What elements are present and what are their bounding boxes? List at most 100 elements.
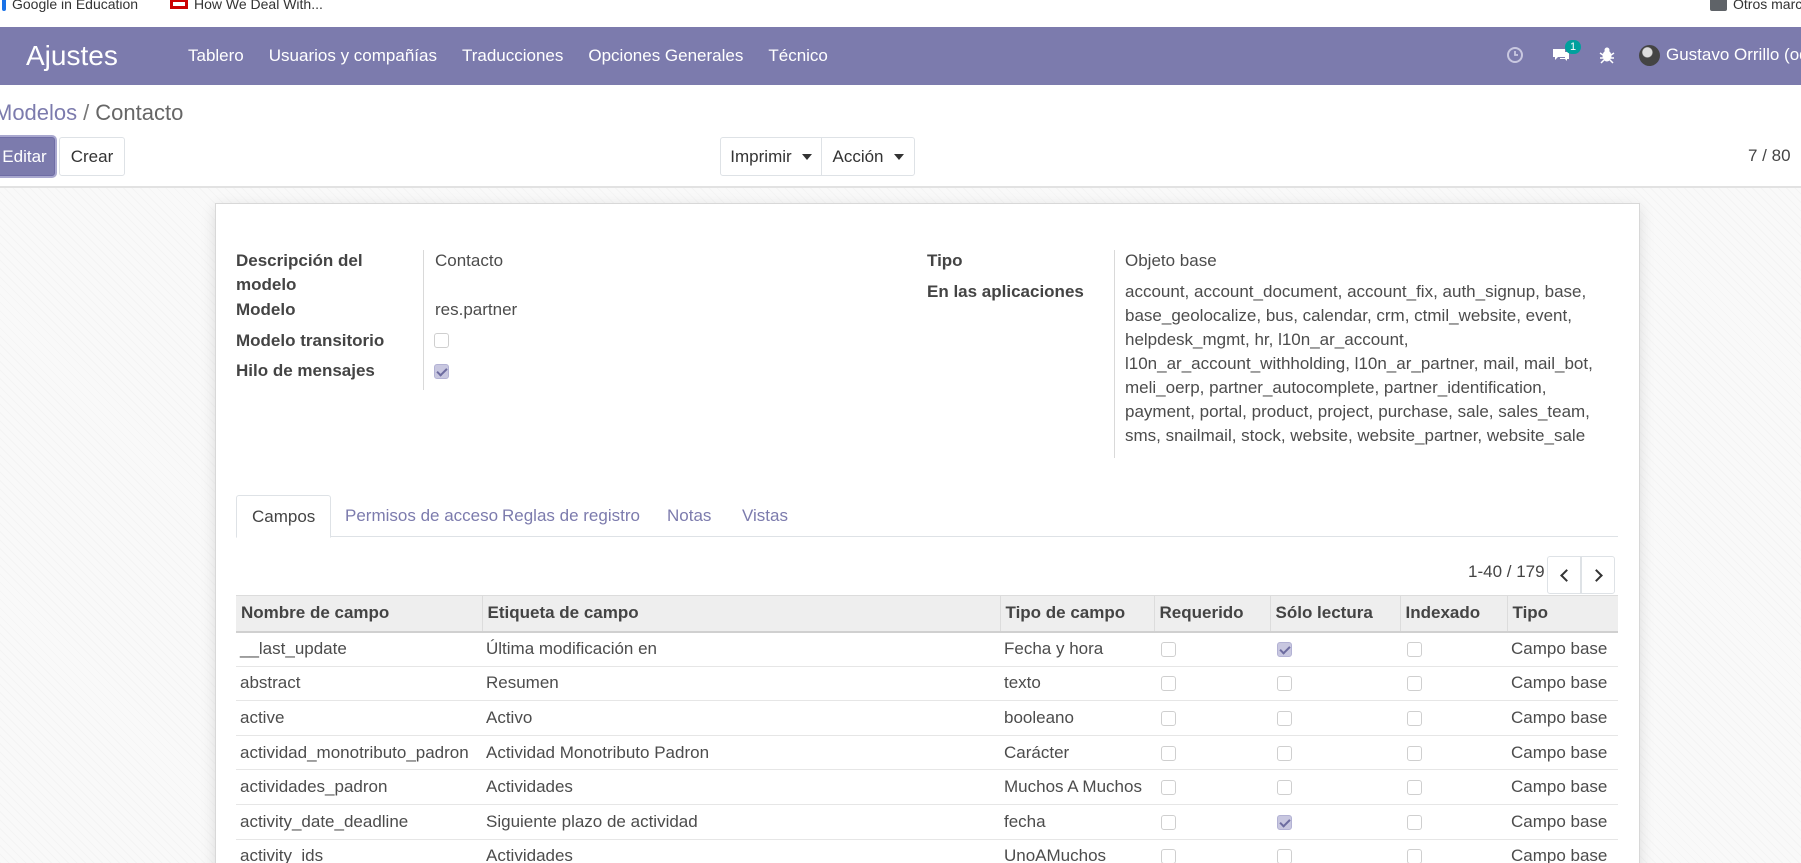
cell-indexed-checkbox[interactable] <box>1407 711 1422 726</box>
breadcrumb-parent-link[interactable]: Modelos <box>0 100 77 125</box>
apps-line: meli_oerp, partner_autocomplete, partner… <box>1125 378 1547 397</box>
cell-kind: Campo base <box>1507 735 1618 771</box>
cell-indexed-checkbox[interactable] <box>1407 676 1422 692</box>
tab-notas[interactable]: Notas <box>652 495 726 537</box>
action-label: Acción <box>832 146 884 166</box>
tab-reglas[interactable]: Reglas de registro <box>487 495 655 537</box>
cell-kind: Campo base <box>1507 839 1618 863</box>
cell-indexed <box>1400 735 1507 771</box>
bookmark-how-we-deal[interactable]: How We Deal With... <box>170 0 323 12</box>
cell-readonly-checkbox[interactable] <box>1277 676 1292 692</box>
record-pager[interactable]: 7 / 80 <box>1748 146 1791 166</box>
create-button[interactable]: Crear <box>59 137 125 176</box>
table-row[interactable]: actividad_monotributo_padron Actividad Mo… <box>236 735 1618 771</box>
model-value: res.partner <box>435 300 518 319</box>
col-header-kind[interactable]: Tipo <box>1507 595 1618 633</box>
cell-field-type: texto <box>1000 666 1154 702</box>
col-header-type[interactable]: Tipo de campo <box>1000 595 1155 633</box>
mail-thread-checkbox[interactable] <box>434 364 449 379</box>
cell-indexed <box>1400 631 1507 667</box>
bookmark-google-education[interactable]: Google in Education <box>2 0 138 12</box>
cell-indexed <box>1400 700 1507 736</box>
pager-previous-button[interactable] <box>1547 556 1581 594</box>
table-row[interactable]: active Activo booleano Campo base <box>236 700 1618 736</box>
cell-required <box>1154 631 1270 667</box>
cell-field-label: Actividades <box>482 839 1000 863</box>
cell-readonly-checkbox[interactable] <box>1277 745 1292 761</box>
menu-tecnico[interactable]: Técnico <box>768 46 828 66</box>
table-row[interactable]: actividades_padron Actividades Muchos A Mu… <box>236 769 1618 805</box>
cell-required-checkbox[interactable] <box>1161 814 1176 830</box>
cell-field-name: __last_update <box>236 631 482 667</box>
cell-required-checkbox[interactable] <box>1161 711 1176 726</box>
app-brand[interactable]: Ajustes <box>26 40 118 72</box>
cell-required-checkbox[interactable] <box>1161 780 1176 796</box>
cell-required <box>1154 839 1270 863</box>
table-row[interactable]: abstract Resumen texto Campo base <box>236 666 1618 702</box>
breadcrumb-separator: / <box>83 100 90 125</box>
cell-indexed-checkbox[interactable] <box>1407 814 1422 830</box>
cell-readonly-checkbox[interactable] <box>1277 814 1292 830</box>
cell-readonly-checkbox[interactable] <box>1277 780 1292 796</box>
systray: 1 Gustavo Orrillo (odoo1 <box>1501 40 1801 70</box>
col-header-indexed[interactable]: Indexado <box>1400 595 1508 633</box>
cell-field-type: booleano <box>1000 700 1154 736</box>
clock-icon[interactable] <box>1501 41 1529 69</box>
apps-line: sms, snailmail, stock, website, website_… <box>1125 426 1586 445</box>
tab-campos[interactable]: Campos <box>236 495 332 538</box>
bookmark-other[interactable]: Otros marcadores <box>1710 0 1801 12</box>
chat-icon[interactable]: 1 <box>1547 40 1582 69</box>
table-row[interactable]: activity_ids Actividades UnoAMuchos Campo b… <box>236 839 1618 863</box>
edit-button[interactable]: Editar <box>0 137 55 176</box>
list-pager-value[interactable]: 1-40 / 179 <box>1468 562 1545 582</box>
cell-kind: Campo base <box>1507 700 1618 736</box>
cell-field-name: active <box>236 700 482 736</box>
fields-table: Nombre de campo Etiqueta de campo Tipo d… <box>236 595 1618 863</box>
cell-readonly <box>1270 666 1400 702</box>
menu-usuarios[interactable]: Usuarios y compañías <box>269 46 437 66</box>
table-row[interactable]: __last_update Última modificación en Fecha… <box>236 631 1618 667</box>
cell-required-checkbox[interactable] <box>1161 849 1176 863</box>
print-dropdown[interactable]: Imprimir <box>720 137 822 176</box>
cell-indexed-checkbox[interactable] <box>1407 849 1422 863</box>
table-row[interactable]: activity_date_deadline Siguiente plazo de… <box>236 804 1618 840</box>
cell-required-checkbox[interactable] <box>1161 676 1176 692</box>
col-header-name[interactable]: Nombre de campo <box>236 595 483 633</box>
apps-line: l10n_ar_account_withholding, l10n_ar_par… <box>1125 354 1593 373</box>
tab-vistas[interactable]: Vistas <box>727 495 803 537</box>
pager-next-button[interactable] <box>1581 556 1615 594</box>
menu-tablero[interactable]: Tablero <box>188 46 244 66</box>
cell-field-label: Última modificación en <box>482 631 1000 667</box>
cell-readonly-checkbox[interactable] <box>1277 642 1292 658</box>
col-header-readonly[interactable]: Sólo lectura <box>1270 595 1401 633</box>
cell-indexed-checkbox[interactable] <box>1407 745 1422 761</box>
apps-line: base_geolocalize, bus, calendar, crm, ct… <box>1125 306 1572 325</box>
cell-required-checkbox[interactable] <box>1161 642 1176 658</box>
transient-checkbox[interactable] <box>434 333 449 348</box>
col-header-required[interactable]: Requerido <box>1154 595 1271 633</box>
cell-field-name: actividad_monotributo_padron <box>236 735 482 771</box>
menu-opciones-generales[interactable]: Opciones Generales <box>588 46 743 66</box>
apps-line: helpdesk_mgmt, hr, l10n_ar_account, <box>1125 330 1409 349</box>
cell-field-name: activity_date_deadline <box>236 804 482 840</box>
cell-indexed-checkbox[interactable] <box>1407 642 1422 658</box>
cell-required-checkbox[interactable] <box>1161 745 1176 761</box>
menu-traducciones[interactable]: Traducciones <box>462 46 563 66</box>
cell-readonly-checkbox[interactable] <box>1277 849 1292 863</box>
cell-readonly-checkbox[interactable] <box>1277 711 1292 726</box>
bookmark-label: Google in Education <box>12 0 139 12</box>
action-dropdown[interactable]: Acción <box>821 137 915 176</box>
cell-required <box>1154 804 1270 840</box>
google-icon <box>2 0 6 11</box>
user-name: Gustavo Orrillo (odoo1 <box>1665 45 1801 64</box>
description-value: Contacto <box>435 251 504 270</box>
tab-permisos[interactable]: Permisos de acceso <box>330 495 513 537</box>
col-header-label[interactable]: Etiqueta de campo <box>482 595 1001 633</box>
bug-icon[interactable] <box>1593 41 1621 69</box>
notebook-tabs: Campos Permisos de acceso Reglas de regi… <box>236 495 1618 538</box>
user-menu[interactable]: Gustavo Orrillo (odoo1 <box>1638 44 1801 66</box>
cell-required <box>1154 735 1270 771</box>
flag-icon <box>170 0 188 9</box>
cell-field-type: Muchos A Muchos <box>1000 769 1154 805</box>
cell-indexed-checkbox[interactable] <box>1407 780 1422 796</box>
